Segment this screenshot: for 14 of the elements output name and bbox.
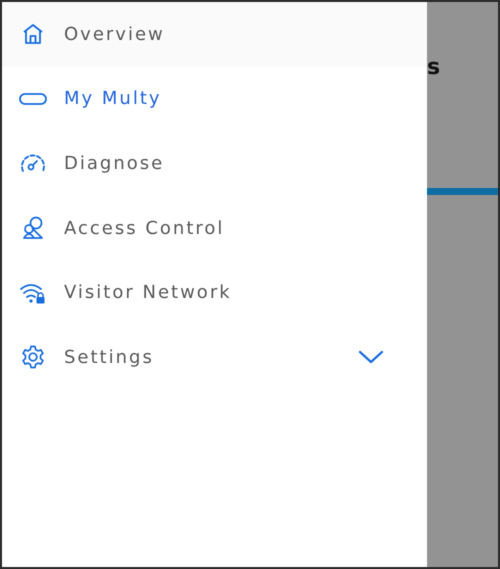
menu-item[interactable]: Overview	[2, 2, 427, 67]
menu-item[interactable]: Visitor Network	[2, 260, 427, 325]
settings-icon	[21, 345, 45, 370]
menu-item[interactable]: My Multy	[2, 66, 427, 132]
device-icon	[19, 92, 47, 105]
wifi-lock-icon	[19, 282, 47, 304]
gauge-icon	[20, 153, 46, 174]
menu-item[interactable]: Diagnose	[2, 131, 427, 196]
page-title: s	[427, 54, 441, 82]
home-icon	[22, 23, 44, 46]
menu-item[interactable]: Settings	[2, 324, 427, 390]
menu-item[interactable]: Access Control	[2, 196, 427, 260]
tab-indicator	[427, 188, 498, 195]
people-icon	[22, 216, 44, 240]
